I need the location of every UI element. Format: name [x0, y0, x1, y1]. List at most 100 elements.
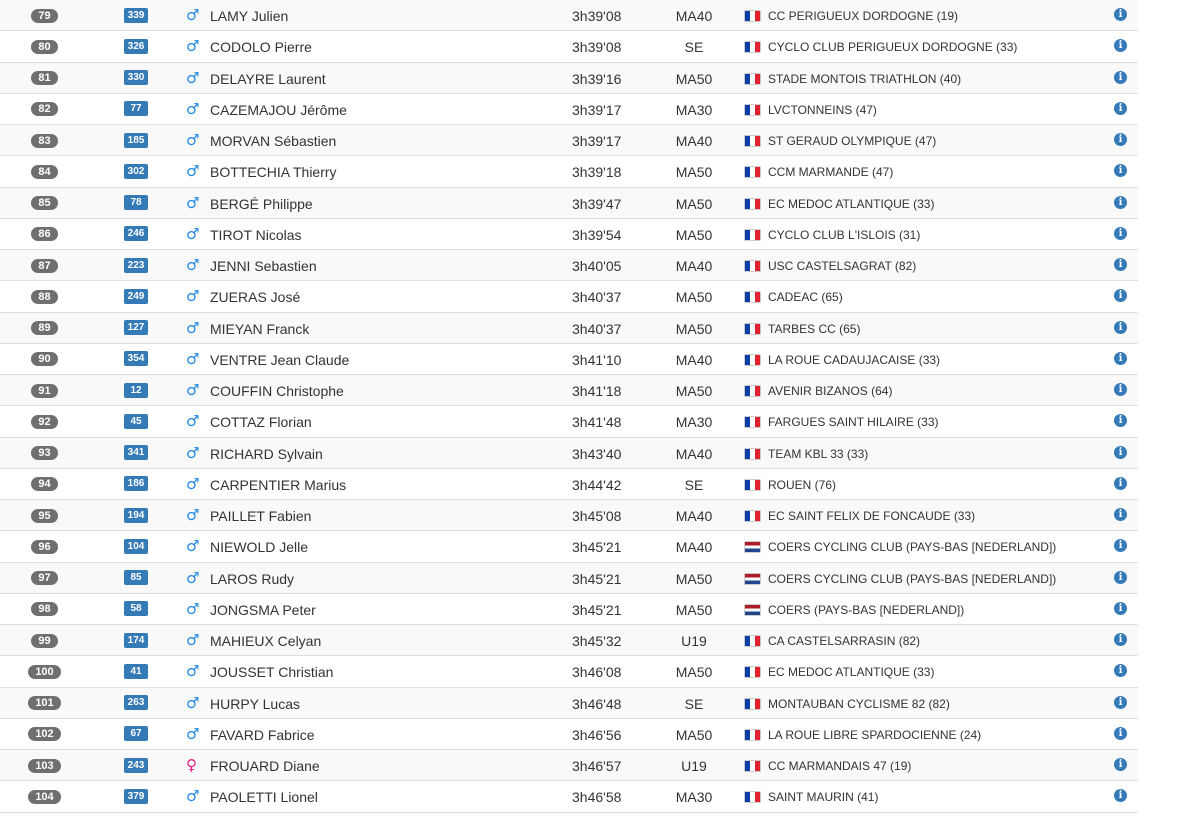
- netherlands-flag-icon: [745, 542, 760, 553]
- club-name: CC MARMANDAIS 47 (19): [768, 759, 912, 773]
- age-category: MA40: [675, 351, 713, 368]
- rank-badge: 92: [31, 414, 58, 429]
- female-icon: ♀: [186, 756, 197, 774]
- rank-badge: 97: [31, 571, 58, 585]
- info-icon[interactable]: i: [1114, 8, 1127, 21]
- age-category: MA50: [675, 320, 713, 337]
- results-row: 101 263 ♂ HURPY Lucas 3h46'48 SE MONTAUB…: [0, 687, 1138, 719]
- finish-time: 3h43'40: [572, 445, 622, 462]
- club-name: ST GERAUD OLYMPIQUE (47): [768, 134, 937, 148]
- bib-number-badge: 127: [124, 320, 148, 335]
- info-icon[interactable]: i: [1114, 539, 1127, 553]
- info-icon[interactable]: i: [1114, 789, 1127, 803]
- male-icon: ♂: [186, 724, 200, 743]
- age-category: MA40: [675, 508, 713, 524]
- info-icon[interactable]: i: [1114, 164, 1127, 178]
- finish-time: 3h46'57: [572, 758, 622, 774]
- results-row: 96 104 ♂ NIEWOLD Jelle 3h45'21 MA40 COER…: [0, 531, 1138, 563]
- rider-name: CARPENTIER Marius: [210, 476, 347, 493]
- france-flag-icon: [745, 292, 760, 303]
- finish-time: 3h41'10: [572, 351, 622, 368]
- bib-number-badge: 67: [124, 726, 148, 742]
- info-icon[interactable]: i: [1114, 508, 1127, 521]
- age-category: MA50: [675, 726, 713, 743]
- france-flag-icon: [745, 198, 760, 209]
- rank-badge: 79: [31, 8, 58, 23]
- info-icon[interactable]: i: [1114, 664, 1127, 678]
- info-icon[interactable]: i: [1114, 195, 1127, 209]
- info-icon[interactable]: i: [1114, 101, 1127, 115]
- club-name: EC SAINT FELIX DE FONCAUDE (33): [768, 509, 976, 523]
- male-icon: ♂: [186, 131, 200, 149]
- age-category: MA50: [675, 70, 713, 87]
- club-name: EC MEDOC ATLANTIQUE (33): [768, 196, 935, 211]
- rider-name: BERGÉ Philippe: [210, 195, 313, 212]
- results-row: 98 58 ♂ JONGSMA Peter 3h45'21 MA50 COERS…: [0, 593, 1138, 625]
- club-name: MONTAUBAN CYCLISME 82 (82): [768, 696, 950, 711]
- club-name: CADEAC (65): [768, 290, 843, 305]
- info-icon[interactable]: i: [1114, 414, 1127, 428]
- results-row: 87 223 ♂ JENNI Sebastien 3h40'05 MA40 US…: [0, 250, 1138, 282]
- club-name: ROUEN (76): [768, 477, 837, 492]
- info-icon[interactable]: i: [1114, 383, 1127, 396]
- finish-time: 3h39'47: [572, 195, 622, 212]
- finish-time: 3h41'48: [572, 414, 622, 431]
- results-row: 90 354 ♂ VENTRE Jean Claude 3h41'10 MA40…: [0, 343, 1138, 375]
- info-icon[interactable]: i: [1114, 70, 1127, 84]
- info-icon[interactable]: i: [1114, 476, 1127, 490]
- results-row: 85 78 ♂ BERGÉ Philippe 3h39'47 MA50 EC M…: [0, 187, 1138, 219]
- info-icon[interactable]: i: [1114, 289, 1127, 303]
- age-category: MA40: [675, 539, 713, 556]
- rider-name: JONGSMA Peter: [210, 601, 316, 618]
- finish-time: 3h46'58: [572, 789, 622, 806]
- club-name: CCM MARMANDE (47): [768, 165, 894, 180]
- rank-badge: 80: [31, 39, 58, 54]
- rank-badge: 88: [31, 289, 58, 304]
- info-icon[interactable]: i: [1114, 320, 1127, 334]
- club-name: COERS (PAYS-BAS [NEDERLAND]): [768, 602, 965, 617]
- male-icon: ♂: [186, 318, 200, 337]
- bib-number-badge: 223: [124, 257, 148, 273]
- bib-number-badge: 243: [124, 757, 148, 773]
- male-icon: ♂: [186, 537, 200, 556]
- rider-name: BOTTECHIA Thierry: [210, 164, 337, 181]
- bib-number-badge: 379: [124, 788, 148, 804]
- info-icon[interactable]: i: [1114, 351, 1127, 365]
- info-icon[interactable]: i: [1114, 633, 1127, 646]
- info-icon[interactable]: i: [1114, 133, 1127, 146]
- france-flag-icon: [745, 386, 760, 396]
- info-icon[interactable]: i: [1114, 758, 1127, 771]
- bib-number-badge: 354: [124, 351, 148, 367]
- info-icon[interactable]: i: [1114, 258, 1127, 271]
- male-icon: ♂: [186, 412, 200, 431]
- age-category: U19: [681, 633, 707, 649]
- club-name: CYCLO CLUB PERIGUEUX DORDOGNE (33): [768, 40, 1018, 55]
- finish-time: 3h46'08: [572, 664, 622, 681]
- bib-number-badge: 174: [124, 632, 148, 648]
- rank-badge: 99: [31, 633, 58, 648]
- info-icon[interactable]: i: [1114, 695, 1127, 709]
- france-flag-icon: [745, 511, 760, 521]
- club-name: LVCTONNEINS (47): [768, 102, 877, 117]
- bib-number-badge: 326: [124, 38, 148, 54]
- bib-number-badge: 249: [124, 288, 148, 304]
- info-icon[interactable]: i: [1114, 570, 1127, 584]
- age-category: MA40: [675, 133, 713, 149]
- rider-name: DELAYRE Laurent: [210, 70, 326, 87]
- finish-time: 3h45'08: [572, 508, 622, 524]
- rank-badge: 98: [31, 602, 58, 617]
- france-flag-icon: [745, 417, 760, 428]
- info-icon[interactable]: i: [1114, 226, 1127, 240]
- info-icon[interactable]: i: [1114, 39, 1127, 53]
- age-category: MA30: [675, 789, 713, 806]
- france-flag-icon: [745, 792, 760, 803]
- club-name: STADE MONTOIS TRIATHLON (40): [768, 71, 962, 86]
- results-row: 84 302 ♂ BOTTECHIA Thierry 3h39'18 MA50 …: [0, 156, 1138, 188]
- bib-number-badge: 58: [124, 601, 148, 617]
- info-icon[interactable]: i: [1114, 445, 1127, 459]
- info-icon[interactable]: i: [1114, 601, 1127, 615]
- info-icon[interactable]: i: [1114, 726, 1127, 740]
- rider-name: ZUERAS José: [210, 289, 301, 306]
- male-icon: ♂: [186, 349, 200, 368]
- france-flag-icon: [745, 323, 760, 334]
